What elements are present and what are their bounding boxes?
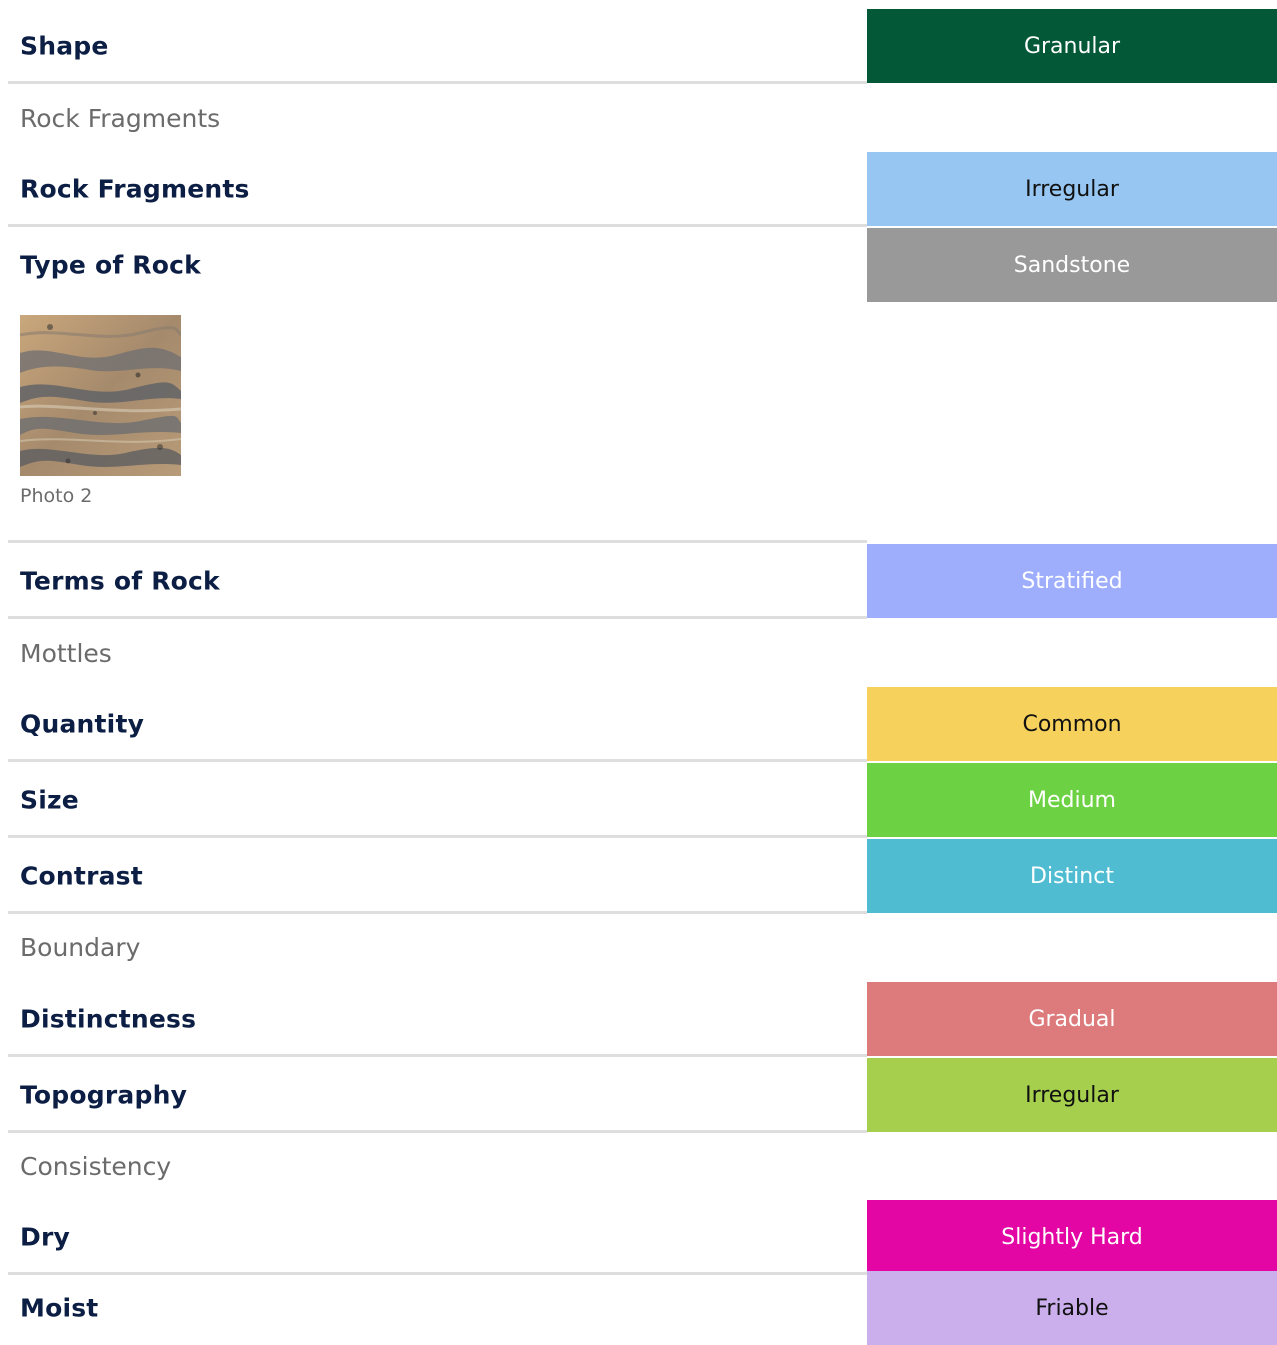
value-badge-size: Medium	[867, 763, 1277, 837]
divider	[8, 540, 867, 543]
label-shape: Shape	[20, 31, 109, 61]
value-badge-type-of-rock: Sandstone	[867, 228, 1277, 302]
label-moist: Moist	[20, 1293, 99, 1323]
row-moist: Moist Friable	[8, 1271, 1277, 1345]
divider	[8, 224, 867, 227]
rock-photo-thumbnail[interactable]	[20, 315, 181, 476]
divider	[8, 1054, 867, 1057]
soil-horizon-details: Shape Granular Rock Fragments Rock Fragm…	[0, 0, 1277, 1345]
label-topography: Topography	[20, 1080, 188, 1110]
value-badge-rock-fragments: Irregular	[867, 152, 1277, 226]
value-badge-terms-of-rock: Stratified	[867, 544, 1277, 618]
label-distinctness: Distinctness	[20, 1004, 197, 1034]
label-type-of-rock: Type of Rock	[20, 250, 201, 280]
value-badge-quantity: Common	[867, 687, 1277, 761]
row-contrast: Contrast Distinct	[8, 839, 1277, 913]
divider	[8, 911, 867, 914]
label-quantity: Quantity	[20, 709, 145, 739]
row-rock-fragments: Rock Fragments Irregular	[8, 152, 1277, 226]
row-shape: Shape Granular	[8, 9, 1277, 83]
row-topography: Topography Irregular	[8, 1058, 1277, 1132]
section-heading-rock-fragments: Rock Fragments	[20, 104, 221, 133]
divider	[8, 759, 867, 762]
row-size: Size Medium	[8, 763, 1277, 837]
value-badge-distinctness: Gradual	[867, 982, 1277, 1056]
label-size: Size	[20, 785, 79, 815]
row-quantity: Quantity Common	[8, 687, 1277, 761]
row-terms-of-rock: Terms of Rock Stratified	[8, 544, 1277, 618]
photo-caption: Photo 2	[20, 485, 93, 507]
value-badge-shape: Granular	[867, 9, 1277, 83]
row-distinctness: Distinctness Gradual	[8, 982, 1277, 1056]
value-badge-moist: Friable	[867, 1271, 1277, 1345]
divider	[8, 81, 867, 84]
label-dry: Dry	[20, 1222, 70, 1252]
divider	[8, 1130, 867, 1133]
divider	[8, 835, 867, 838]
section-heading-mottles: Mottles	[20, 639, 112, 668]
value-badge-dry: Slightly Hard	[867, 1200, 1277, 1274]
label-terms-of-rock: Terms of Rock	[20, 566, 220, 596]
section-heading-boundary: Boundary	[20, 933, 141, 962]
value-badge-contrast: Distinct	[867, 839, 1277, 913]
value-badge-topography: Irregular	[867, 1058, 1277, 1132]
label-contrast: Contrast	[20, 861, 143, 891]
label-rock-fragments: Rock Fragments	[20, 174, 250, 204]
row-type-of-rock: Type of Rock Sandstone	[8, 228, 1277, 302]
section-heading-consistency: Consistency	[20, 1152, 172, 1181]
row-dry: Dry Slightly Hard	[8, 1200, 1277, 1274]
divider	[8, 616, 867, 619]
